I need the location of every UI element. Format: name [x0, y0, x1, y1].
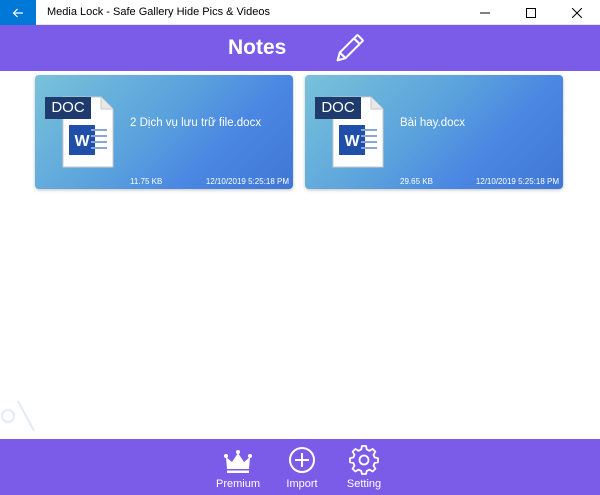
watermark-icon	[1, 400, 35, 432]
minimize-button[interactable]	[462, 0, 508, 25]
bottom-nav: Premium Import Setting	[0, 439, 600, 495]
back-button[interactable]	[0, 0, 36, 25]
pencil-icon[interactable]	[331, 31, 367, 67]
file-date: 12/10/2019 5:25:18 PM	[205, 177, 289, 186]
window-title: Media Lock - Safe Gallery Hide Pics & Vi…	[47, 6, 270, 18]
file-size: 29.65 KB	[400, 177, 433, 186]
file-name: Bài hay.docx	[400, 117, 465, 129]
plus-circle-icon	[289, 447, 315, 473]
file-date: 12/10/2019 5:25:18 PM	[475, 177, 559, 186]
page-title: Notes	[228, 36, 287, 59]
file-card[interactable]: W DOC 2 Dịch vụ lưu trữ file.docx 11.75 …	[35, 75, 293, 189]
svg-text:W: W	[74, 133, 90, 150]
import-label: Import	[286, 478, 318, 490]
app-header: Notes	[0, 25, 600, 71]
file-type-badge: DOC	[321, 99, 355, 116]
file-name: 2 Dịch vụ lưu trữ file.docx	[130, 117, 262, 129]
window-titlebar: Media Lock - Safe Gallery Hide Pics & Vi…	[0, 0, 600, 25]
setting-button[interactable]: Setting	[334, 439, 394, 495]
close-icon	[572, 7, 582, 18]
crown-icon	[224, 450, 252, 473]
notes-list: W DOC 2 Dịch vụ lưu trữ file.docx 11.75 …	[0, 71, 600, 439]
close-button[interactable]	[554, 0, 600, 25]
file-card[interactable]: W DOC Bài hay.docx 29.65 KB 12/10/2019 5…	[305, 75, 563, 189]
premium-button[interactable]: Premium	[208, 439, 268, 495]
import-button[interactable]: Import	[272, 439, 332, 495]
minimize-icon	[480, 12, 490, 13]
maximize-icon	[526, 7, 536, 18]
setting-label: Setting	[346, 478, 382, 490]
svg-text:W: W	[344, 133, 360, 150]
arrow-left-icon	[12, 8, 23, 17]
maximize-button[interactable]	[508, 0, 554, 25]
file-type-badge: DOC	[51, 99, 85, 116]
premium-label: Premium	[215, 478, 260, 490]
file-size: 11.75 KB	[130, 177, 163, 186]
gear-icon	[349, 445, 379, 475]
